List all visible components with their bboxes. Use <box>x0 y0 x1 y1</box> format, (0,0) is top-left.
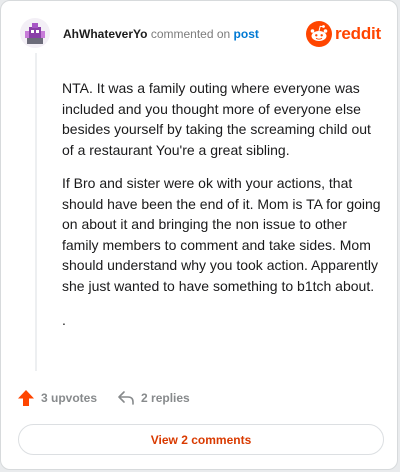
reddit-wordmark: reddit <box>334 24 381 43</box>
thread-line[interactable] <box>35 53 37 371</box>
comment-paragraph: . <box>62 312 66 328</box>
comment-paragraph: If Bro and sister were ok with your acti… <box>62 175 381 294</box>
upvote-count: 3 upvotes <box>41 391 98 405</box>
reply-arrow-icon <box>118 391 134 405</box>
reddit-logo[interactable]: reddit <box>305 21 381 47</box>
comment-paragraph: NTA. It was a family outing where everyo… <box>62 80 371 158</box>
comment-card: AhWhateverYo commented on post reddit NT… <box>0 0 398 470</box>
post-link[interactable]: post <box>234 27 259 41</box>
comment-action-text: commented on <box>150 27 231 41</box>
comment-actions: 3 upvotes 2 replies <box>17 389 190 407</box>
view-comments-button[interactable]: View 2 comments <box>18 424 384 455</box>
upvote-arrow-icon <box>18 390 34 406</box>
comment-header: AhWhateverYo commented on post <box>63 27 259 41</box>
reply-count: 2 replies <box>141 391 190 405</box>
reddit-alien-icon <box>305 21 332 47</box>
reply-button[interactable]: 2 replies <box>117 390 190 406</box>
comment-body: NTA. It was a family outing where everyo… <box>62 78 384 344</box>
upvote-button[interactable]: 3 upvotes <box>17 389 97 407</box>
username[interactable]: AhWhateverYo <box>63 27 147 41</box>
avatar-icon <box>25 23 45 44</box>
avatar[interactable] <box>20 18 50 48</box>
